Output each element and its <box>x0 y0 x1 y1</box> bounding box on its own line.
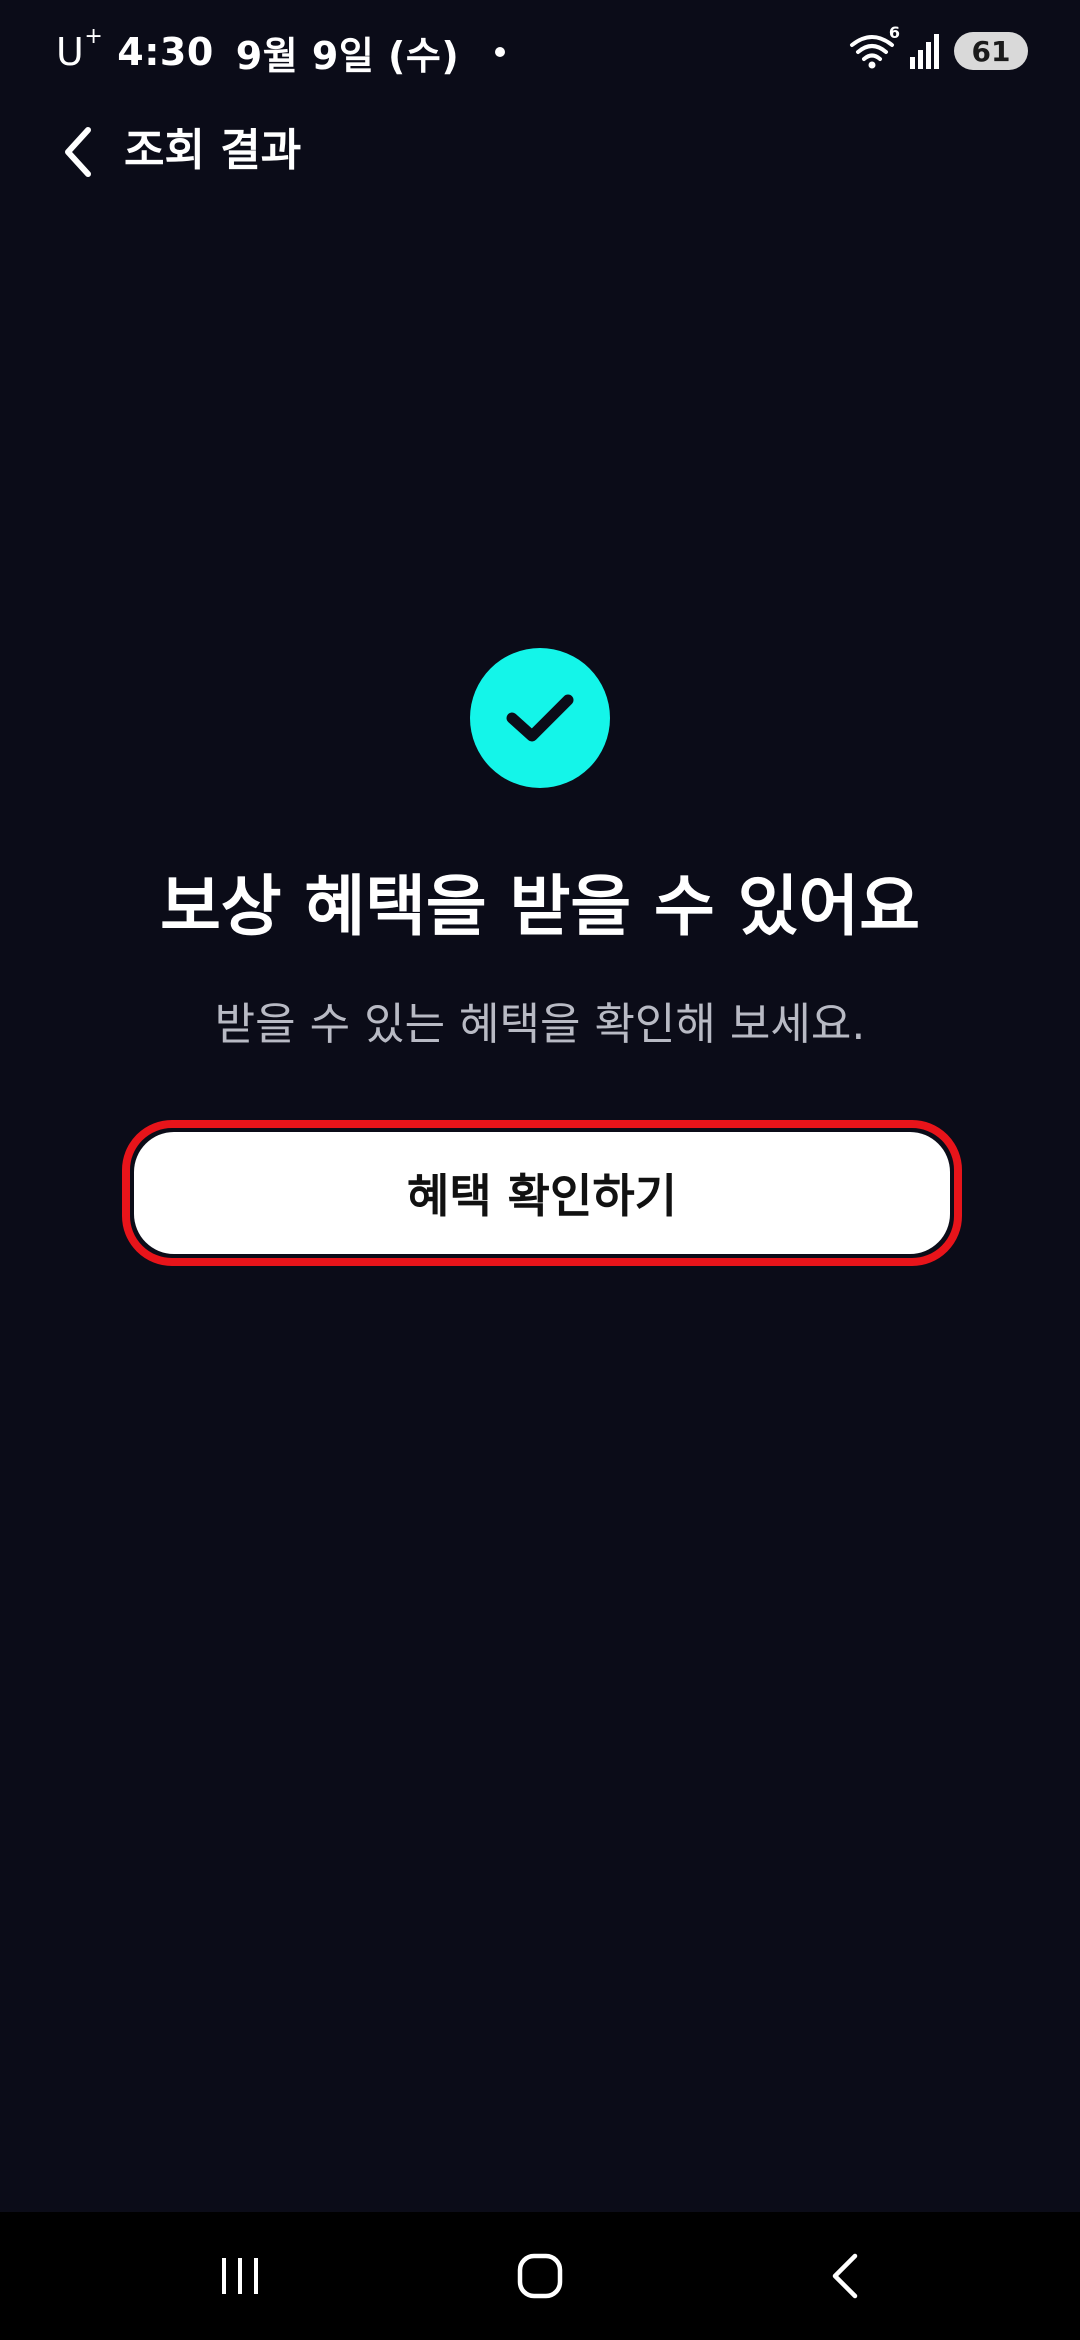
status-time: 4:30 <box>117 30 214 74</box>
check-benefits-button[interactable]: 혜택 확인하기 <box>134 1132 950 1254</box>
check-badge <box>470 648 610 788</box>
status-date: 9월 9일 (수) <box>235 33 460 78</box>
result-title: 보상 혜택을 받을 수 있어요 <box>160 868 920 945</box>
status-bar: U+ 4:30 9월 9일 (수) 6 61 <box>0 0 1080 100</box>
wifi-icon: 6 <box>848 23 900 71</box>
wifi-badge: 6 <box>888 23 900 42</box>
back-button[interactable] <box>48 122 108 182</box>
app-header: 조회 결과 <box>0 110 1080 192</box>
status-left: U+ 4:30 9월 9일 (수) <box>56 24 506 80</box>
nav-back-button[interactable] <box>805 2236 885 2316</box>
battery-indicator: 61 <box>954 32 1028 70</box>
carrier-label: U+ <box>56 24 104 74</box>
system-nav-bar <box>0 2212 1080 2340</box>
status-right: 6 61 <box>848 23 1028 74</box>
screen: U+ 4:30 9월 9일 (수) 6 61 조회 결과 보상 혜택을 받을 수… <box>0 0 1080 2340</box>
check-icon <box>506 694 574 742</box>
nav-recents-button[interactable] <box>200 2236 280 2316</box>
result-subtitle: 받을 수 있는 혜택을 확인해 보세요. <box>214 999 866 1050</box>
notification-dot-icon <box>495 47 506 57</box>
recents-icon <box>222 2258 258 2294</box>
back-icon <box>832 2253 858 2299</box>
page-title: 조회 결과 <box>124 125 302 176</box>
nav-home-button[interactable] <box>500 2236 580 2316</box>
chevron-left-icon <box>65 127 91 177</box>
home-icon <box>517 2253 563 2299</box>
signal-icon <box>908 33 942 69</box>
